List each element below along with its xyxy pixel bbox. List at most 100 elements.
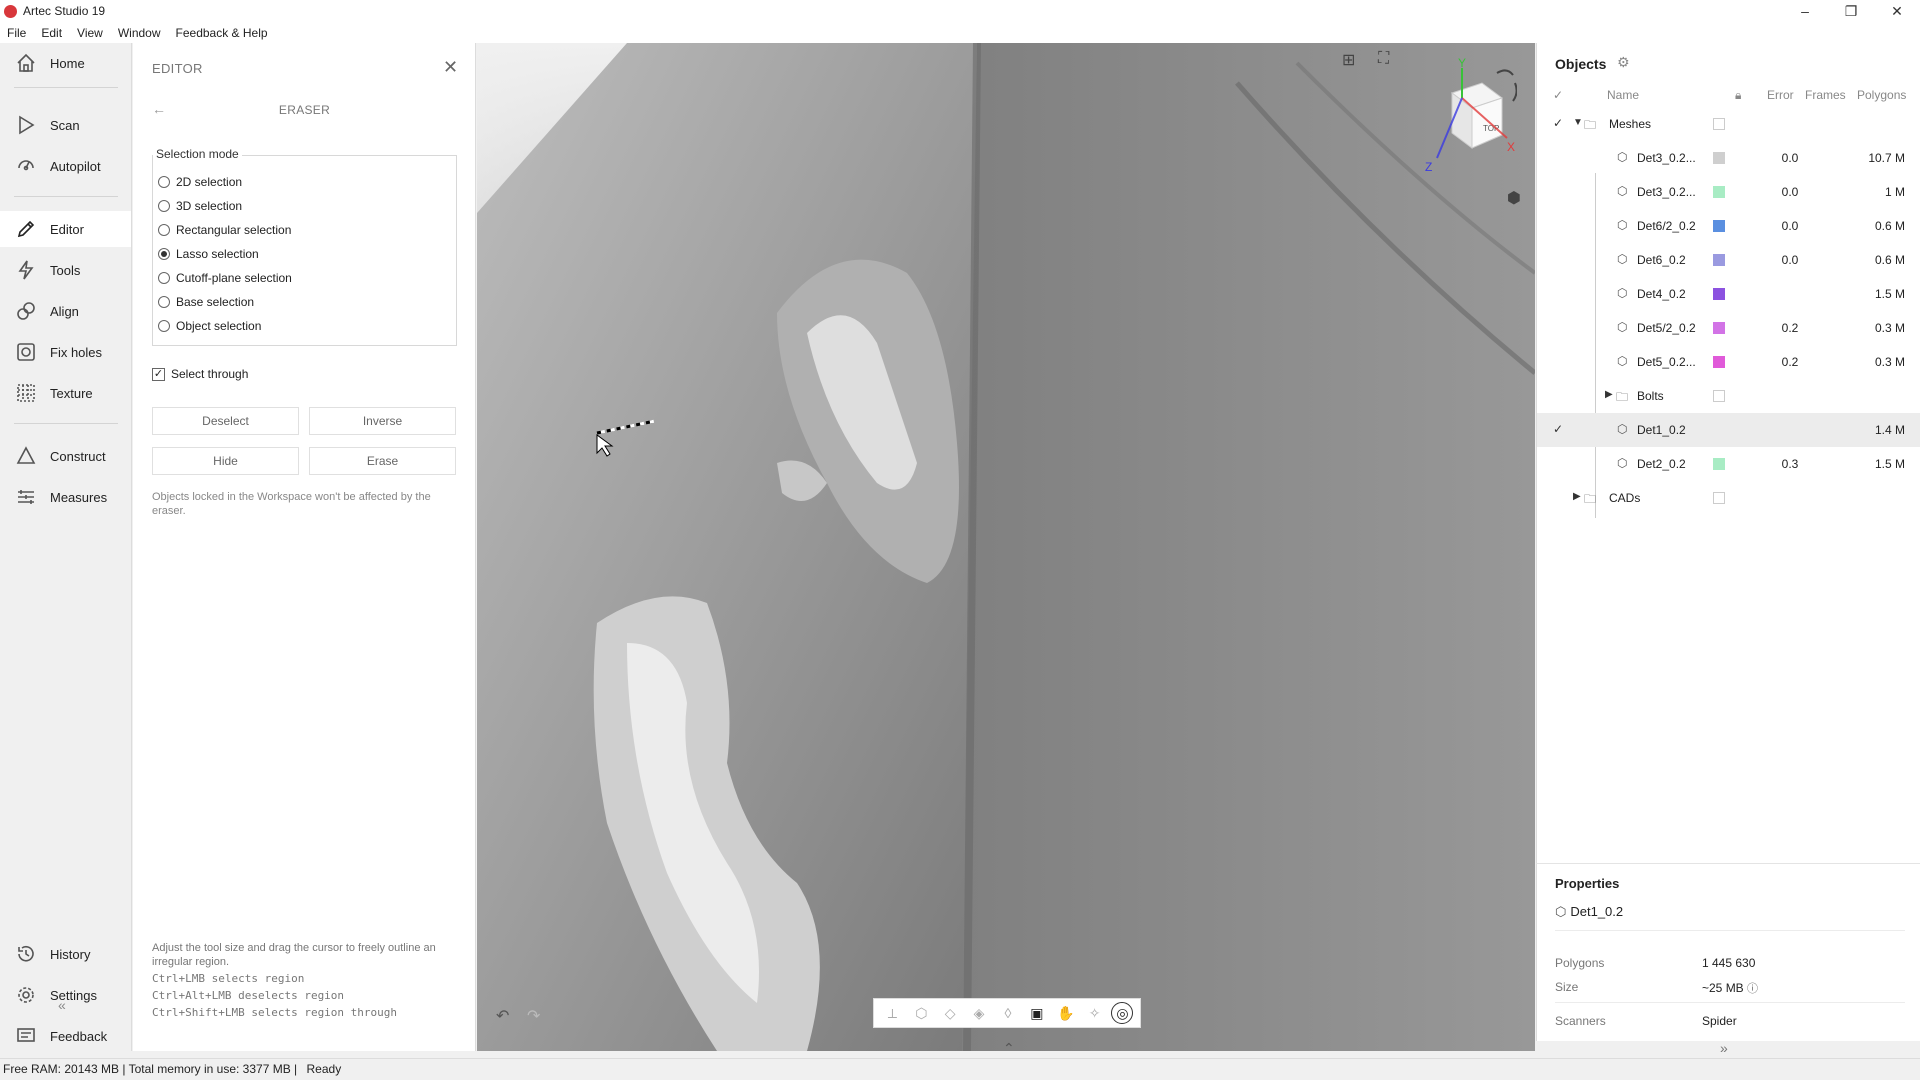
table-row-selected[interactable]: ✓ ⬡ Det1_0.2 1.4 M <box>1537 413 1920 447</box>
radio-2d-selection[interactable]: 2D selection <box>158 175 242 189</box>
deselect-button[interactable]: Deselect <box>152 407 299 435</box>
radio-lasso-selection[interactable]: Lasso selection <box>158 247 259 261</box>
radio-button[interactable] <box>158 296 170 308</box>
color-swatch[interactable] <box>1713 390 1725 402</box>
gear-icon <box>18 987 34 1003</box>
expand-icon[interactable]: ▶ <box>1573 491 1581 502</box>
radio-base-selection[interactable]: Base selection <box>158 295 254 309</box>
group-meshes[interactable]: ✓ ▼ 🗀 Meshes <box>1537 107 1920 141</box>
lock-icon[interactable]: 🔒︎ <box>1735 88 1741 103</box>
color-swatch[interactable] <box>1713 356 1725 368</box>
texture-mode-icon[interactable]: ▣ <box>1025 1005 1049 1022</box>
flat-icon[interactable]: ◊ <box>996 1005 1020 1021</box>
group-bolts[interactable]: ▶ 🗀 Bolts <box>1537 379 1920 413</box>
sidebar-item-home[interactable]: Home <box>0 45 131 81</box>
table-row[interactable]: ⬡ Det5/2_0.2 0.2 0.3 M <box>1537 311 1920 345</box>
redo-button[interactable]: ↷ <box>527 1006 540 1026</box>
color-swatch[interactable] <box>1713 458 1725 470</box>
collapse-right-button[interactable]: » <box>1720 1040 1728 1056</box>
collapse-bottom-button[interactable]: ⌃ <box>1003 1040 1015 1057</box>
hand-icon[interactable]: ✋ <box>1054 1005 1078 1022</box>
table-row[interactable]: ⬡ Det2_0.2 0.3 1.5 M <box>1537 447 1920 481</box>
fit-view-icon[interactable]: ⛶ <box>1378 50 1389 68</box>
erase-button[interactable]: Erase <box>309 447 456 475</box>
table-row[interactable]: ⬡ Det6/2_0.2 0.0 0.6 M <box>1537 209 1920 243</box>
menu-edit[interactable]: Edit <box>34 26 70 40</box>
inverse-button[interactable]: Inverse <box>309 407 456 435</box>
group-cads[interactable]: ▶ 🗀 CADs <box>1537 481 1920 515</box>
radio-button[interactable] <box>158 200 170 212</box>
object-error: 0.3 <box>1781 457 1799 471</box>
radio-button[interactable] <box>158 224 170 236</box>
color-swatch[interactable] <box>1713 254 1725 266</box>
color-swatch[interactable] <box>1713 186 1725 198</box>
mesh-icon: ⬡ <box>1617 184 1628 198</box>
sidebar-item-scan[interactable]: Scan <box>0 107 131 143</box>
menu-file[interactable]: File <box>0 26 34 40</box>
expand-icon[interactable]: ▶ <box>1605 389 1613 400</box>
color-swatch[interactable] <box>1713 492 1725 504</box>
undo-button[interactable]: ↶ <box>496 1006 509 1026</box>
points-icon[interactable]: ⬡ <box>909 1005 933 1022</box>
color-swatch[interactable] <box>1713 220 1725 232</box>
close-window-button[interactable]: ✕ <box>1874 0 1920 22</box>
sidebar-item-align[interactable]: Align <box>0 293 131 329</box>
close-icon[interactable]: ✕ <box>443 57 458 78</box>
radio-rectangular-selection[interactable]: Rectangular selection <box>158 223 291 237</box>
mesh-icon: ⬡ <box>1617 456 1628 470</box>
checkmark-icon[interactable]: ✓ <box>152 367 165 381</box>
grid-view-icon[interactable]: ⊞ <box>1342 50 1355 70</box>
sidebar-item-fix-holes[interactable]: Fix holes <box>0 334 131 370</box>
perspective-cube-icon[interactable]: ⬢ <box>1507 188 1521 208</box>
menu-window[interactable]: Window <box>111 26 169 40</box>
table-row[interactable]: ⬡ Det3_0.2... 0.0 10.7 M <box>1537 141 1920 175</box>
sidebar-item-feedback[interactable]: Feedback <box>0 1018 131 1054</box>
radio-label: Cutoff-plane selection <box>176 271 292 285</box>
radio-button[interactable] <box>158 248 170 260</box>
radio-button[interactable] <box>158 320 170 332</box>
xray-icon[interactable]: ✧ <box>1083 1005 1107 1022</box>
shaded-icon[interactable]: ◇ <box>938 1005 962 1022</box>
sidebar-item-construct[interactable]: Construct <box>0 438 131 474</box>
align-icon <box>17 302 35 320</box>
sidebar-item-texture[interactable]: Texture <box>0 375 131 411</box>
sidebar-item-tools[interactable]: Tools <box>0 252 131 288</box>
color-swatch[interactable] <box>1713 322 1725 334</box>
menu-feedback-help[interactable]: Feedback & Help <box>169 26 276 40</box>
color-swatch[interactable] <box>1713 152 1725 164</box>
table-row[interactable]: ⬡ Det4_0.2 1.5 M <box>1537 277 1920 311</box>
sidebar-item-editor[interactable]: Editor <box>0 211 131 247</box>
menu-view[interactable]: View <box>70 26 111 40</box>
table-row[interactable]: ⬡ Det3_0.2... 0.0 1 M <box>1537 175 1920 209</box>
axes-icon[interactable]: ⟂ <box>880 1005 904 1022</box>
radio-3d-selection[interactable]: 3D selection <box>158 199 242 213</box>
table-row[interactable]: ⬡ Det6_0.2 0.0 0.6 M <box>1537 243 1920 277</box>
wireframe-icon[interactable]: ◈ <box>967 1005 991 1022</box>
sidebar-item-history[interactable]: History <box>0 936 131 972</box>
color-swatch[interactable] <box>1713 118 1725 130</box>
radio-object-selection[interactable]: Object selection <box>158 319 261 333</box>
group-name: CADs <box>1609 491 1641 505</box>
feedback-icon <box>17 1028 35 1042</box>
radio-button[interactable] <box>158 272 170 284</box>
table-row[interactable]: ⬡ Det5_0.2... 0.2 0.3 M <box>1537 345 1920 379</box>
check-column-icon[interactable]: ✓ <box>1553 88 1563 102</box>
select-through-checkbox[interactable]: ✓ Select through <box>152 367 248 381</box>
sidebar-item-measures[interactable]: Measures <box>0 479 131 515</box>
view-cube[interactable]: TOP Y X Z <box>1407 53 1517 183</box>
radio-button[interactable] <box>158 176 170 188</box>
sidebar-item-autopilot[interactable]: Autopilot <box>0 148 131 184</box>
restore-button[interactable]: ❐ <box>1828 0 1874 22</box>
3d-viewport[interactable]: ⊞ ⛶ TOP Y X Z ⬢ ↶ ↷ ⟂ ⬡ ◇ ◈ ◊ ▣ ✋ ✧ ◎ <box>477 43 1535 1051</box>
info-icon[interactable]: ⓘ <box>1747 983 1758 995</box>
radio-cutoff-plane-selection[interactable]: Cutoff-plane selection <box>158 271 292 285</box>
color-swatch[interactable] <box>1713 288 1725 300</box>
check-icon[interactable]: ✓ <box>1553 422 1563 436</box>
hide-button[interactable]: Hide <box>152 447 299 475</box>
collapse-sidebar-button[interactable]: « <box>58 997 66 1013</box>
expand-icon[interactable]: ▼ <box>1573 117 1583 128</box>
minimize-button[interactable]: – <box>1782 0 1828 22</box>
lasso-mode-icon[interactable]: ◎ <box>1111 1002 1134 1024</box>
check-icon[interactable]: ✓ <box>1553 116 1563 130</box>
gear-icon[interactable]: ⚙ <box>1617 54 1630 71</box>
